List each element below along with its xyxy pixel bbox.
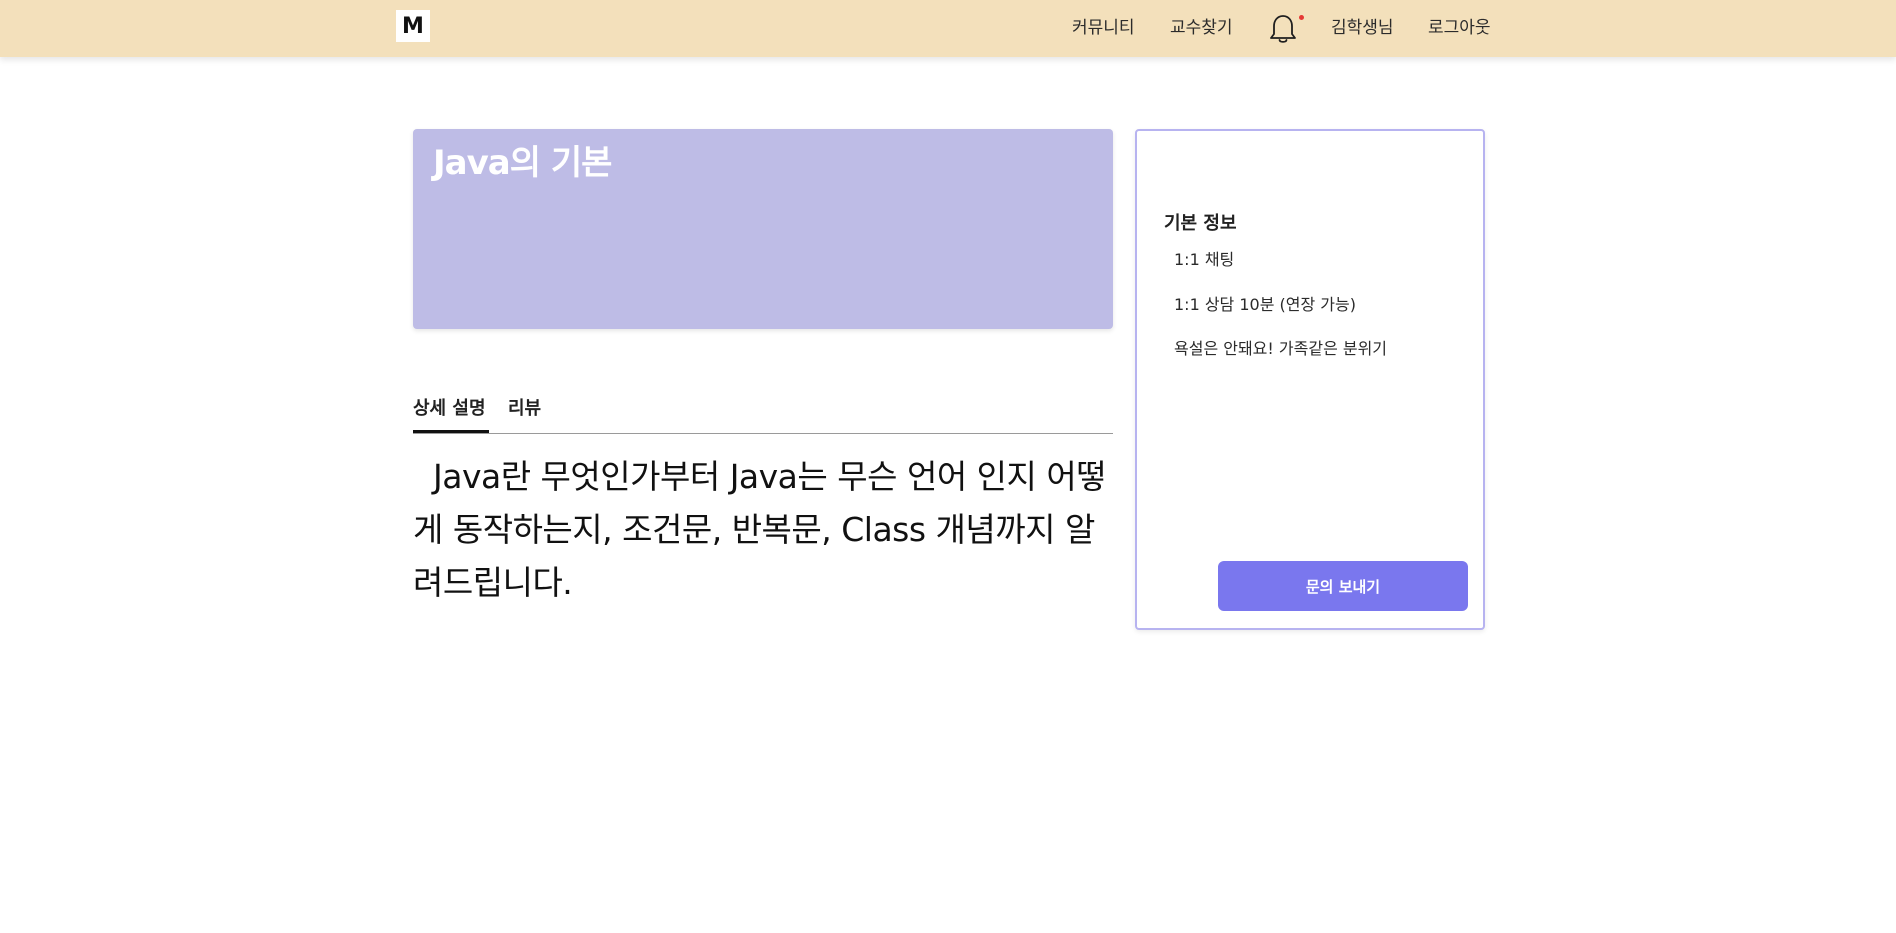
tab-reviews[interactable]: 리뷰 [508,394,541,420]
bell-icon[interactable] [1266,12,1300,46]
top-navigation-bar: M 커뮤니티 교수찾기 김학생님 로그아웃 [0,0,1896,57]
list-item: 욕설은 안돼요! 가족같은 분위기 [1174,339,1388,358]
active-tab-indicator [413,430,489,433]
nav-link-find-professor[interactable]: 교수찾기 [1170,13,1233,38]
nav-link-logout[interactable]: 로그아웃 [1428,13,1491,38]
basic-info-list: 1:1 채팅 1:1 상담 10분 (연장 가능) 욕설은 안돼요! 가족같은 … [1174,246,1387,380]
nav-user-name[interactable]: 김학생님 [1331,13,1394,38]
tab-details[interactable]: 상세 설명 [413,394,486,420]
list-item: 1:1 상담 10분 (연장 가능) [1174,294,1356,314]
basic-info-title: 기본 정보 [1164,213,1237,234]
nav-link-community[interactable]: 커뮤니티 [1072,13,1135,38]
logo[interactable]: M [396,10,430,42]
basic-info-card: 기본 정보 1:1 채팅 1:1 상담 10분 (연장 가능) 욕설은 안돼요!… [1135,129,1485,630]
course-tabs: 상세 설명 리뷰 [413,388,1113,434]
course-description: Java란 무엇인가부터 Java는 무슨 언어 인지 어떻게 동작하는지, 조… [413,457,1107,602]
course-title: Java의 기본 [433,143,612,183]
send-inquiry-button[interactable]: 문의 보내기 [1218,561,1468,611]
course-banner: Java의 기본 [413,129,1113,329]
notification-dot [1299,15,1304,20]
list-item: 1:1 채팅 [1174,250,1235,269]
